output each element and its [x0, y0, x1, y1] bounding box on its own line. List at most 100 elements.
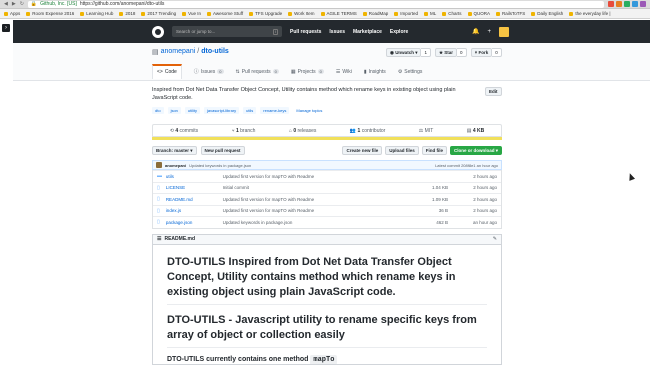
topic-tag[interactable]: rename-keys	[260, 107, 290, 114]
star-button[interactable]: ★ Star	[434, 48, 458, 57]
wiki-icon: ☰	[335, 68, 341, 75]
tab-insights[interactable]: ▮ Insights	[364, 68, 386, 79]
bookmark-item[interactable]: TFS Upgrade	[249, 11, 282, 16]
releases-summary[interactable]: ⌂ 0 releases	[289, 128, 317, 134]
file-name[interactable]: utils	[166, 174, 223, 179]
branch-select[interactable]: Branch: master ▾	[152, 146, 197, 155]
branches-summary[interactable]: ⑂ 1 branch	[232, 128, 256, 134]
tab-pull-requests[interactable]: ⇅ Pull requests 0	[236, 68, 279, 79]
octotree-toggle-icon[interactable]: ›	[2, 24, 10, 32]
extension-icon[interactable]	[632, 1, 638, 7]
topic-tag[interactable]: dto	[152, 107, 164, 114]
watch-count[interactable]: 1	[421, 48, 431, 57]
bookmark-item[interactable]: 2017 Trending	[141, 11, 176, 16]
search-input[interactable]: Search or jump to... /	[172, 26, 282, 37]
file-row[interactable]: ▯ index.js Updated first version for mapTO…	[153, 204, 501, 217]
topic-tag[interactable]: json	[167, 107, 181, 114]
repo-numbers: ⟲ 4 commits ⑂ 1 branch ⌂ 0 releases 👥 1 …	[152, 124, 502, 137]
bookmark-item[interactable]: the everyday life |	[569, 11, 611, 16]
bookmark-item[interactable]: AGILE TERMS	[320, 11, 357, 16]
file-name[interactable]: index.js	[166, 208, 223, 213]
new-pull-request-button[interactable]: New pull request	[200, 146, 245, 155]
tab-projects[interactable]: ▦ Projects 0	[291, 68, 324, 79]
extension-icon[interactable]	[616, 1, 622, 7]
file-name[interactable]: LICENSE	[166, 185, 223, 190]
file-row[interactable]: ▯ README.md Updated first version for mapT…	[153, 193, 501, 205]
readme-title[interactable]: README.md	[164, 236, 195, 242]
file-commit-message[interactable]: Initial commit	[223, 185, 380, 190]
manage-topics-link[interactable]: Manage topics	[293, 107, 325, 114]
license-summary[interactable]: ⚖ MIT	[419, 128, 433, 134]
commits-summary[interactable]: ⟲ 4 commits	[170, 128, 198, 134]
bookmark-item[interactable]: Charts	[442, 11, 462, 16]
bookmark-item[interactable]: RoadMap	[362, 11, 388, 16]
bookmark-item[interactable]: Daily English	[531, 11, 563, 16]
repo-owner[interactable]: anomepani	[161, 48, 196, 56]
edit-button[interactable]: Edit	[485, 87, 502, 96]
upload-files-button[interactable]: Upload files	[385, 146, 419, 155]
mouse-cursor-icon	[626, 172, 636, 181]
commit-avatar[interactable]	[156, 162, 162, 168]
file-commit-message[interactable]: Updated first version for mapTO with Rea…	[223, 197, 380, 202]
pencil-icon[interactable]: ✎	[493, 236, 497, 242]
bookmark-item[interactable]: QUORA	[467, 11, 490, 16]
tab-wiki[interactable]: ☰ Wiki	[336, 68, 352, 79]
commit-message[interactable]: Updated keywords in package.json	[189, 163, 251, 168]
file-size: 1.04 KB	[431, 185, 448, 191]
file-name[interactable]: README.md	[166, 197, 223, 202]
clone-download-button[interactable]: Clone or download ▾	[449, 146, 502, 155]
file-commit-message[interactable]: Updated first version for mapTO with Rea…	[223, 174, 380, 179]
contributors-summary[interactable]: 👥 1 contributor	[350, 128, 385, 134]
forward-icon[interactable]: ▶	[12, 1, 16, 7]
bookmark-item[interactable]: ML	[423, 11, 436, 16]
avatar[interactable]	[499, 26, 509, 37]
plus-icon[interactable]: +	[487, 29, 491, 35]
star-count[interactable]: 0	[457, 48, 467, 57]
topic-tag[interactable]: utils	[243, 107, 257, 114]
github-logo-icon[interactable]	[152, 25, 164, 38]
tab-issues[interactable]: ⓘ Issues 0	[194, 68, 224, 79]
folder-icon	[569, 11, 574, 16]
bookmark-item[interactable]: Awesome Stuff	[206, 11, 243, 16]
bookmark-item[interactable]: RailsToTFS	[496, 11, 525, 16]
bookmark-item[interactable]: Apps	[4, 11, 20, 16]
file-commit-message[interactable]: Updated keywords in package.json	[223, 220, 380, 225]
bell-icon[interactable]: 🔔	[472, 28, 479, 35]
nav-marketplace[interactable]: Marketplace	[353, 29, 382, 35]
commit-author[interactable]: anomepani	[165, 163, 186, 168]
address-bar[interactable]: 🔒 Github, Inc. [US] https://github.com/a…	[27, 0, 604, 8]
file-row[interactable]: ▯ LICENSE Initial commit 1.04 KB 2 hours ago	[153, 181, 501, 194]
file-name[interactable]: package.json	[166, 220, 223, 225]
bookmark-item[interactable]: Work Item	[288, 11, 315, 16]
nav-issues[interactable]: Issues	[329, 29, 345, 35]
extension-icon[interactable]	[624, 1, 630, 7]
bookmark-item[interactable]: Learning Hub	[80, 11, 113, 16]
bookmark-item[interactable]: 2018	[119, 11, 135, 16]
unwatch-button[interactable]: ◉ Unwatch ▾	[386, 48, 422, 57]
fork-count[interactable]: 0	[492, 48, 502, 57]
tab-code[interactable]: <> Code	[152, 64, 182, 79]
extension-icon[interactable]	[608, 1, 614, 7]
bookmark-item[interactable]: Vue In	[182, 11, 201, 16]
latest-commit[interactable]: Latest commit 208f8e1 an hour ago	[435, 163, 498, 168]
file-row[interactable]: ▬ utils Updated first version for mapTO wi…	[153, 170, 501, 182]
bookmark-item[interactable]: Imported	[394, 11, 418, 16]
find-file-button[interactable]: Find file	[421, 146, 447, 155]
topic-tag[interactable]: javascript-library	[204, 107, 240, 114]
reload-icon[interactable]: ↻	[20, 1, 24, 7]
file-navigation: Branch: master ▾ New pull request Create…	[152, 146, 502, 155]
create-file-button[interactable]: Create new file	[342, 146, 383, 155]
nav-pull-requests[interactable]: Pull requests	[290, 29, 321, 35]
bookmark-item[interactable]: Room Expense 2016	[26, 11, 74, 16]
fork-button[interactable]: ⑂ Fork	[470, 48, 493, 57]
file-commit-message[interactable]: Updated first version for mapTO with Rea…	[223, 208, 380, 213]
file-row[interactable]: ▯ package.json Updated keywords in package…	[153, 216, 501, 228]
repo-name[interactable]: dto-utils	[201, 48, 229, 56]
back-icon[interactable]: ◀	[4, 1, 8, 7]
language-bar[interactable]	[152, 137, 502, 140]
topic-tag[interactable]: utility	[184, 107, 201, 114]
bookmark-label: 2017 Trending	[147, 11, 177, 16]
extension-icon[interactable]	[640, 1, 646, 7]
tab-settings[interactable]: ⚙ Settings	[398, 68, 423, 79]
nav-explore[interactable]: Explore	[390, 29, 408, 35]
